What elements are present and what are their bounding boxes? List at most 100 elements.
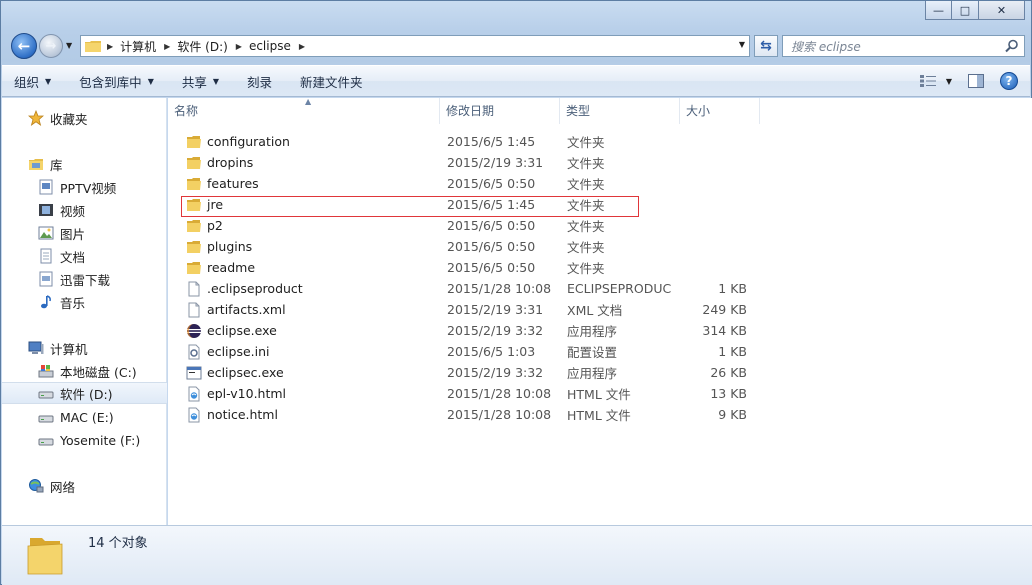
file-date: 2015/1/28 10:08 xyxy=(447,407,552,422)
folder-icon xyxy=(186,176,202,192)
help-button[interactable]: ? xyxy=(1000,72,1018,90)
recent-pages-dropdown[interactable]: ▼ xyxy=(66,41,72,50)
file-row[interactable]: dropins 2015/2/19 3:31 文件夹 xyxy=(168,152,747,173)
file-name: eclipse.exe xyxy=(207,323,277,338)
file-date: 2015/6/5 0:50 xyxy=(447,239,536,254)
breadcrumb-drive-d[interactable]: 软件 (D:) ▶ xyxy=(177,38,249,55)
change-view-button[interactable]: ▼ xyxy=(919,75,952,87)
column-date-modified[interactable]: 修改日期 xyxy=(440,98,560,124)
file-name-cell: plugins xyxy=(168,239,432,255)
column-size[interactable]: 大小 xyxy=(680,98,760,124)
share-button[interactable]: 共享 ▼ xyxy=(182,72,219,91)
file-type: 文件夹 xyxy=(567,240,605,255)
item-count: 14 个对象 xyxy=(88,536,148,551)
minimize-button[interactable]: — xyxy=(925,1,952,20)
file-name-cell: features xyxy=(168,176,432,192)
file-name: configuration xyxy=(207,134,290,149)
include-in-library-button[interactable]: 包含到库中 ▼ xyxy=(79,72,154,91)
nav-drive-e[interactable]: MAC (E:) xyxy=(2,406,167,428)
file-name: .eclipseproduct xyxy=(207,281,303,296)
column-name[interactable]: 名称 xyxy=(168,98,440,124)
nav-libraries[interactable]: 库 xyxy=(2,153,167,175)
search-placeholder: 搜索 eclipse xyxy=(791,39,861,54)
file-name: notice.html xyxy=(207,407,278,422)
nav-library-pictures[interactable]: 图片 xyxy=(2,222,167,244)
folder-icon xyxy=(186,134,202,150)
file-size: 9 KB xyxy=(718,407,747,422)
chevron-down-icon: ▼ xyxy=(212,76,220,86)
back-button[interactable]: ← xyxy=(11,33,37,59)
file-name-cell: configuration xyxy=(168,134,432,150)
address-bar[interactable]: ▶ 计算机 ▶ 软件 (D:) ▶ eclipse ▶ ▼ xyxy=(80,35,750,57)
star-icon xyxy=(28,110,44,126)
address-row: ← → ▼ ▶ 计算机 ▶ 软件 (D:) ▶ eclipse ▶ ▼ ⇆ 搜索 ec… xyxy=(9,32,1025,62)
nav-drive-f[interactable]: Yosemite (F:) xyxy=(2,429,167,451)
file-row[interactable]: eclipse.ini 2015/6/5 1:03 配置设置 1 KB xyxy=(168,341,747,362)
eclipse-app-icon xyxy=(186,323,202,339)
column-type[interactable]: 类型 xyxy=(560,98,680,124)
new-folder-button[interactable]: 新建文件夹 xyxy=(300,72,363,91)
nav-network[interactable]: 网络 xyxy=(2,475,167,497)
file-size: 249 KB xyxy=(702,302,747,317)
breadcrumb-separator[interactable]: ▶ xyxy=(107,42,120,51)
burn-button[interactable]: 刻录 xyxy=(247,72,272,91)
file-name-cell: readme xyxy=(168,260,432,276)
file-row[interactable]: p2 2015/6/5 0:50 文件夹 xyxy=(168,215,747,236)
nav-computer[interactable]: 计算机 xyxy=(2,337,167,359)
nav-library-videos[interactable]: 视频 xyxy=(2,199,167,221)
nav-drive-c[interactable]: 本地磁盘 (C:) xyxy=(2,360,167,382)
file-type: 应用程序 xyxy=(567,366,618,381)
arrow-left-icon: ← xyxy=(17,37,31,55)
nav-library-thunder[interactable]: 迅雷下载 xyxy=(2,268,167,290)
nav-library-pptv[interactable]: PPTV视频 xyxy=(2,176,167,198)
nav-drive-d[interactable]: 软件 (D:) xyxy=(2,382,167,404)
drive-icon xyxy=(38,438,54,446)
music-note-icon xyxy=(41,295,51,309)
forward-button[interactable]: → xyxy=(39,34,63,58)
file-row[interactable]: plugins 2015/6/5 0:50 文件夹 xyxy=(168,236,747,257)
file-name: plugins xyxy=(207,239,253,254)
help-icon: ? xyxy=(1005,74,1013,88)
file-date: 2015/6/5 0:50 xyxy=(447,218,536,233)
file-type: 文件夹 xyxy=(567,261,605,276)
file-type: 配置设置 xyxy=(567,345,618,360)
file-row[interactable]: configuration 2015/6/5 1:45 文件夹 xyxy=(168,131,747,152)
library-icon xyxy=(29,159,43,170)
nav-library-music[interactable]: 音乐 xyxy=(2,291,167,313)
file-row[interactable]: readme 2015/6/5 0:50 文件夹 xyxy=(168,257,747,278)
file-type: HTML 文件 xyxy=(567,387,631,402)
file-name: p2 xyxy=(207,218,223,233)
file-size: 1 KB xyxy=(718,344,747,359)
refresh-button[interactable]: ⇆ xyxy=(754,35,778,57)
nav-favorites[interactable]: 收藏夹 xyxy=(2,107,167,129)
close-button[interactable]: ✕ xyxy=(979,1,1025,20)
file-row[interactable]: epl-v10.html 2015/1/28 10:08 HTML 文件 13 KB xyxy=(168,383,747,404)
details-pane: 14 个对象 xyxy=(2,525,1032,585)
preview-pane-button[interactable] xyxy=(968,74,984,88)
file-row[interactable]: artifacts.xml 2015/2/19 3:31 XML 文档 249 KB xyxy=(168,299,747,320)
file-date: 2015/6/5 1:03 xyxy=(447,344,536,359)
breadcrumb-eclipse[interactable]: eclipse ▶ xyxy=(249,39,312,53)
nav-library-documents[interactable]: 文档 xyxy=(2,245,167,267)
file-row[interactable]: eclipsec.exe 2015/2/19 3:32 应用程序 26 KB xyxy=(168,362,747,383)
organize-button[interactable]: 组织 ▼ xyxy=(14,72,51,91)
file-size: 1 KB xyxy=(718,281,747,296)
file-name: epl-v10.html xyxy=(207,386,287,401)
film-icon xyxy=(39,204,53,216)
file-type: 文件夹 xyxy=(567,135,605,150)
file-size: 26 KB xyxy=(710,365,747,380)
file-row[interactable]: notice.html 2015/1/28 10:08 HTML 文件 9 KB xyxy=(168,404,747,425)
file-name: eclipsec.exe xyxy=(207,365,284,380)
file-row[interactable]: .eclipseproduct 2015/1/28 10:08 ECLIPSEPRO… xyxy=(168,278,747,299)
file-row[interactable]: eclipse.exe 2015/2/19 3:32 应用程序 314 KB xyxy=(168,320,747,341)
file-name-cell: .eclipseproduct xyxy=(168,281,432,297)
search-input[interactable]: 搜索 eclipse xyxy=(782,35,1025,57)
drive-icon xyxy=(38,415,54,423)
file-name: artifacts.xml xyxy=(207,302,286,317)
address-history-dropdown[interactable]: ▼ xyxy=(739,40,745,49)
folder-icon xyxy=(186,239,202,255)
maximize-button[interactable]: □ xyxy=(952,1,979,20)
console-app-icon xyxy=(186,365,202,381)
file-row[interactable]: features 2015/6/5 0:50 文件夹 xyxy=(168,173,747,194)
breadcrumb-computer[interactable]: 计算机 ▶ xyxy=(120,38,177,55)
